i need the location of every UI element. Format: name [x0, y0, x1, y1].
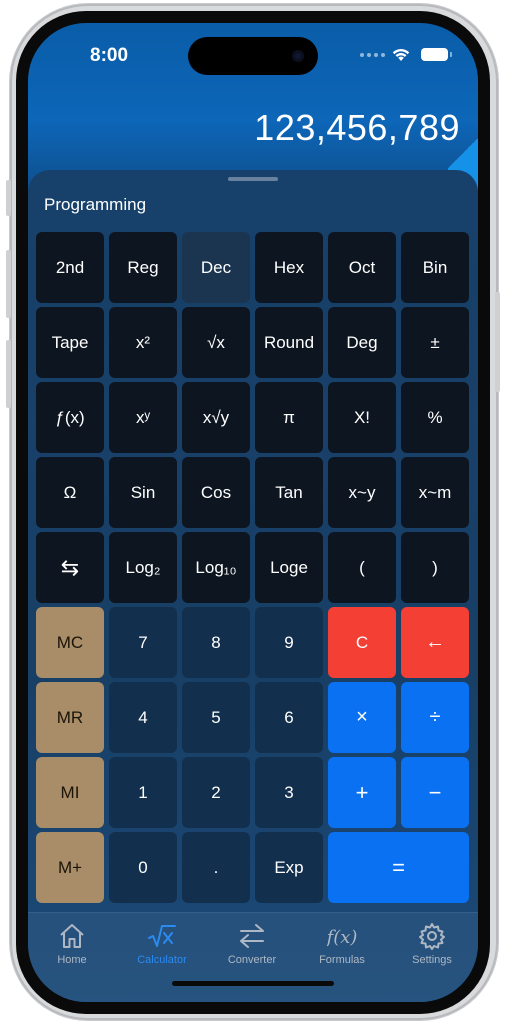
- key-omega[interactable]: Ω: [36, 457, 104, 528]
- volume-down-button: [6, 340, 11, 408]
- key-power[interactable]: xʸ: [109, 382, 177, 453]
- key-function[interactable]: ƒ(x): [36, 382, 104, 453]
- tab-calculator[interactable]: Calculator: [122, 921, 202, 966]
- key-0[interactable]: 0: [109, 832, 177, 903]
- key-6[interactable]: 6: [255, 682, 323, 753]
- key-square[interactable]: x²: [109, 307, 177, 378]
- tab-home[interactable]: Home: [32, 921, 112, 966]
- key-cos[interactable]: Cos: [182, 457, 250, 528]
- gear-icon: [419, 923, 445, 950]
- screen: 8:00 123,456,789 Programming 2nd Reg Dec…: [28, 23, 478, 1002]
- wifi-icon: [392, 49, 410, 61]
- key-decimal[interactable]: .: [182, 832, 250, 903]
- key-square-root[interactable]: √x: [182, 307, 250, 378]
- key-reg[interactable]: Reg: [109, 232, 177, 303]
- key-loge[interactable]: Loge: [255, 532, 323, 603]
- camera-icon: [292, 50, 304, 62]
- key-5[interactable]: 5: [182, 682, 250, 753]
- dynamic-island: [188, 37, 318, 75]
- svg-text:ƒ(x): ƒ(x): [327, 927, 357, 948]
- tab-settings[interactable]: Settings: [392, 921, 472, 966]
- cellular-signal-icon: [360, 52, 385, 57]
- tab-bar: Home Calculator Converter ƒ(x) Formulas …: [28, 912, 478, 1002]
- volume-up-button: [6, 250, 11, 318]
- home-indicator[interactable]: [172, 981, 334, 986]
- key-4[interactable]: 4: [109, 682, 177, 753]
- key-9[interactable]: 9: [255, 607, 323, 678]
- key-3[interactable]: 3: [255, 757, 323, 828]
- square-root-icon: [148, 925, 176, 947]
- key-memory-plus[interactable]: M+: [36, 832, 104, 903]
- tab-formulas[interactable]: ƒ(x) Formulas: [302, 921, 382, 966]
- key-oct[interactable]: Oct: [328, 232, 396, 303]
- key-memory-minus[interactable]: MI: [36, 757, 104, 828]
- tab-formulas-label: Formulas: [319, 954, 365, 966]
- status-time: 8:00: [90, 45, 129, 66]
- action-button: [6, 180, 11, 216]
- key-root-y[interactable]: x√y: [182, 382, 250, 453]
- arrows-swap-icon: [240, 924, 264, 948]
- key-bin[interactable]: Bin: [401, 232, 469, 303]
- key-log10[interactable]: Log₁₀: [182, 532, 250, 603]
- key-2[interactable]: 2: [182, 757, 250, 828]
- house-icon: [60, 924, 84, 948]
- key-subtract[interactable]: −: [401, 757, 469, 828]
- key-round[interactable]: Round: [255, 307, 323, 378]
- key-swap-xm[interactable]: x~m: [401, 457, 469, 528]
- function-icon: ƒ(x): [327, 927, 357, 948]
- key-7[interactable]: 7: [109, 607, 177, 678]
- calculator-sheet: Programming 2nd Reg Dec Hex Oct Bin Tape…: [28, 170, 478, 1002]
- key-divide[interactable]: ÷: [401, 682, 469, 753]
- key-swap-xy[interactable]: x~y: [328, 457, 396, 528]
- key-swap-arrows[interactable]: ⇆: [36, 532, 104, 603]
- key-8[interactable]: 8: [182, 607, 250, 678]
- calculator-display: 123,456,789: [254, 107, 460, 148]
- key-factorial[interactable]: X!: [328, 382, 396, 453]
- key-memory-recall[interactable]: MR: [36, 682, 104, 753]
- status-icons: [360, 47, 452, 62]
- key-pi[interactable]: π: [255, 382, 323, 453]
- key-dec[interactable]: Dec: [182, 232, 250, 303]
- key-clear[interactable]: C: [328, 607, 396, 678]
- key-backspace[interactable]: ←: [401, 607, 469, 678]
- key-sin[interactable]: Sin: [109, 457, 177, 528]
- battery-icon: [421, 48, 452, 61]
- mode-label: Programming: [44, 195, 147, 214]
- key-deg[interactable]: Deg: [328, 307, 396, 378]
- key-open-paren[interactable]: (: [328, 532, 396, 603]
- key-hex[interactable]: Hex: [255, 232, 323, 303]
- key-memory-clear[interactable]: MC: [36, 607, 104, 678]
- tab-settings-label: Settings: [412, 954, 452, 966]
- power-button: [495, 292, 500, 392]
- sheet-grabber[interactable]: [228, 177, 278, 181]
- tab-calculator-label: Calculator: [137, 954, 187, 966]
- tab-converter-label: Converter: [227, 954, 277, 966]
- key-add[interactable]: +: [328, 757, 396, 828]
- tab-home-label: Home: [57, 954, 87, 966]
- key-plus-minus[interactable]: ±: [401, 307, 469, 378]
- key-tan[interactable]: Tan: [255, 457, 323, 528]
- key-tape[interactable]: Tape: [36, 307, 104, 378]
- key-2nd[interactable]: 2nd: [36, 232, 104, 303]
- key-log2[interactable]: Log₂: [109, 532, 177, 603]
- key-exp[interactable]: Exp: [255, 832, 323, 903]
- key-equals[interactable]: =: [328, 832, 469, 903]
- key-1[interactable]: 1: [109, 757, 177, 828]
- key-close-paren[interactable]: ): [401, 532, 469, 603]
- key-percent[interactable]: %: [401, 382, 469, 453]
- tab-converter[interactable]: Converter: [212, 921, 292, 966]
- key-multiply[interactable]: ×: [328, 682, 396, 753]
